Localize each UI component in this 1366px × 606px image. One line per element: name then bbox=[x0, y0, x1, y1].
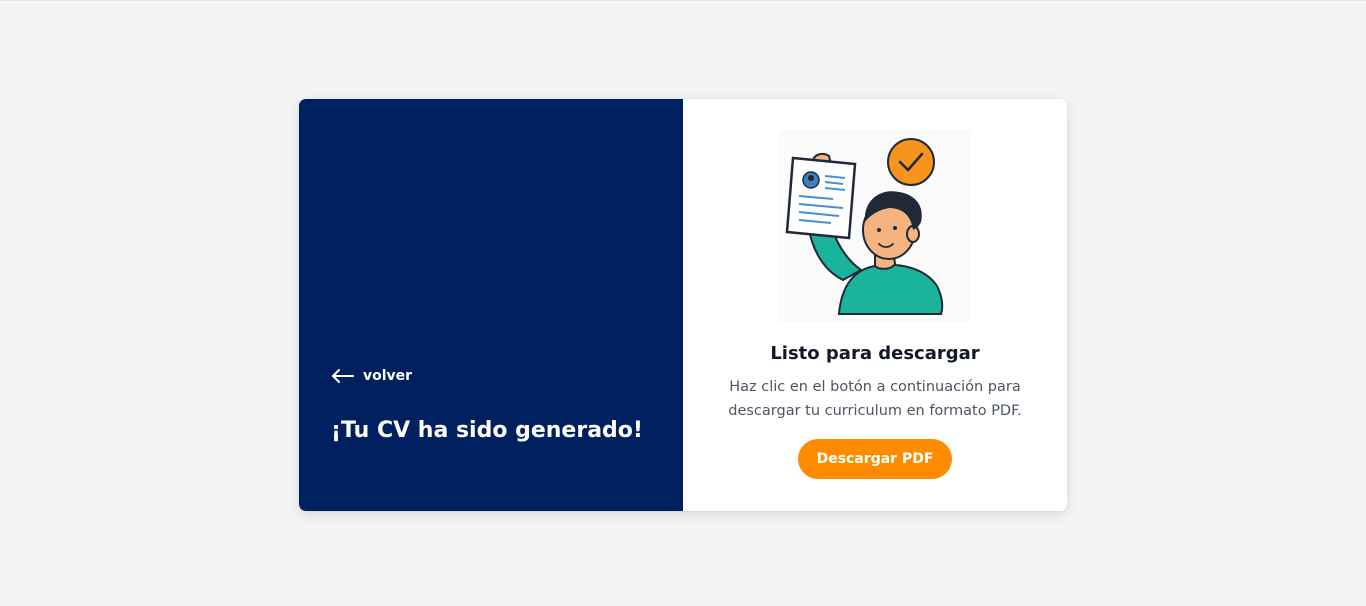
download-description: Haz clic en el botón a continuación para… bbox=[728, 379, 1022, 419]
download-pdf-button[interactable]: Descargar PDF bbox=[798, 439, 952, 479]
cv-generated-card: volver ¡Tu CV ha sido generado! Listo pa… bbox=[299, 99, 1067, 511]
check-circle-icon bbox=[887, 138, 935, 186]
top-border bbox=[0, 0, 1366, 1]
person-holding-cv-illustration bbox=[779, 130, 971, 322]
arrow-left-icon bbox=[331, 368, 355, 384]
right-panel: Listo para descargar Haz clic en el botó… bbox=[683, 99, 1067, 511]
cv-document-icon bbox=[785, 156, 857, 240]
left-panel: volver ¡Tu CV ha sido generado! bbox=[299, 99, 683, 511]
ready-title: Listo para descargar bbox=[770, 343, 980, 364]
back-link[interactable]: volver bbox=[331, 365, 412, 387]
back-link-label: volver bbox=[363, 368, 413, 384]
page-title: ¡Tu CV ha sido generado! bbox=[331, 418, 643, 443]
